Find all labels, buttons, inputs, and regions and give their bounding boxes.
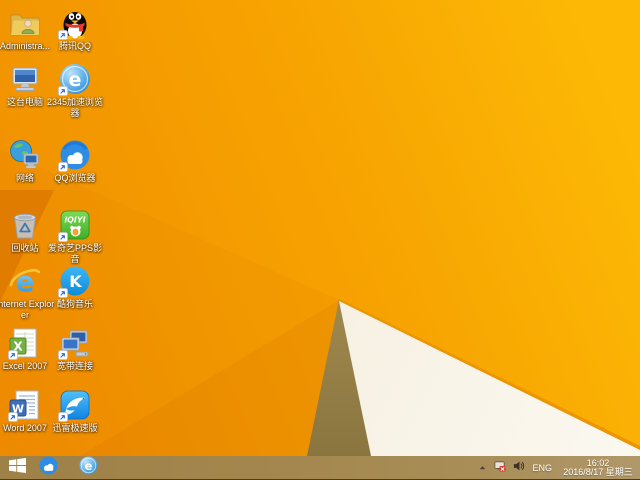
desktop-icon-label: 2345加速浏览器	[46, 97, 104, 118]
desktop-icon-xunlei[interactable]: 迅雷极速版	[43, 388, 107, 434]
desktop-icon-label: QQ浏览器	[54, 173, 96, 183]
shortcut-arrow-icon	[58, 30, 68, 40]
broadband-connection-icon	[58, 326, 92, 360]
hidden-icons-chevron-icon[interactable]	[478, 459, 487, 477]
desktop-icon-label: 爱奇艺PPS影音	[47, 243, 102, 264]
desktop-icon-broadband[interactable]: 宽带连接	[43, 326, 107, 372]
qq-browser-cloud-icon	[38, 456, 58, 480]
system-tray: ENG 16:02 2016/8/17 星期三	[478, 456, 640, 480]
desktop-icon-label: 酷狗音乐	[56, 299, 93, 309]
2345-browser-icon: e	[58, 62, 92, 96]
word-icon: W	[8, 388, 42, 422]
taskbar-button-2345-browser[interactable]: e	[76, 456, 100, 480]
desktop-icon-iqiyi-pps[interactable]: iQIYI 爱奇艺PPS影音	[43, 208, 107, 265]
qq-penguin-icon	[58, 6, 92, 40]
desktop-icon-label: 迅雷极速版	[52, 423, 98, 433]
taskbar: e ENG 16:02 2016/8/17 星期三	[0, 456, 640, 480]
shortcut-arrow-icon	[58, 288, 68, 298]
desktop-icon-label: 网络	[15, 173, 34, 183]
windows-logo-icon	[8, 458, 26, 478]
shortcut-arrow-icon	[58, 350, 68, 360]
desktop-icon-2345-browser[interactable]: e 2345加速浏览器	[43, 62, 107, 119]
desktop-icon-label: Excel 2007	[2, 361, 48, 371]
desktop-icon-tencent-qq[interactable]: 腾讯QQ	[43, 6, 107, 52]
shortcut-arrow-icon	[58, 86, 68, 96]
shortcut-arrow-icon	[8, 350, 18, 360]
svg-text:e: e	[84, 459, 92, 473]
excel-icon: X	[8, 326, 42, 360]
user-folder-icon	[8, 6, 42, 40]
clock[interactable]: 16:02 2016/8/17 星期三	[559, 458, 637, 478]
network-status-icon[interactable]	[494, 459, 507, 477]
language-indicator[interactable]: ENG	[532, 463, 552, 473]
shortcut-arrow-icon	[8, 412, 18, 422]
2345-browser-icon: e	[78, 456, 98, 480]
desktop-icon-label: 这台电脑	[6, 97, 43, 107]
desktop-icon-label: 回收站	[11, 243, 39, 253]
taskbar-button-qq-browser[interactable]	[36, 456, 60, 480]
svg-text:K: K	[69, 272, 82, 291]
qq-browser-cloud-icon	[58, 138, 92, 172]
clock-date: 2016/8/17 星期三	[563, 467, 633, 477]
internet-explorer-icon: e	[8, 264, 42, 298]
svg-text:iQIYI: iQIYI	[64, 216, 85, 225]
recycle-bin-icon	[8, 208, 42, 242]
kugou-icon: K	[58, 264, 92, 298]
desktop-icon-kugou-music[interactable]: K 酷狗音乐	[43, 264, 107, 310]
volume-icon[interactable]	[513, 459, 525, 477]
desktop-icon-qq-browser[interactable]: QQ浏览器	[43, 138, 107, 184]
shortcut-arrow-icon	[58, 412, 68, 422]
iqiyi-icon: iQIYI	[58, 208, 92, 242]
desktop-icon-label: 宽带连接	[56, 361, 93, 371]
shortcut-arrow-icon	[58, 232, 68, 242]
computer-icon	[8, 62, 42, 96]
shortcut-arrow-icon	[58, 162, 68, 172]
network-globe-icon	[8, 138, 42, 172]
xunlei-bird-icon	[58, 388, 92, 422]
start-button[interactable]	[0, 456, 34, 480]
desktop-icon-label: 腾讯QQ	[58, 41, 91, 51]
windows-desktop-screen: Administra... 这台电脑 网络 回收站 e Internet Exp…	[0, 0, 640, 480]
svg-text:e: e	[69, 69, 82, 91]
desktop-icon-label: Word 2007	[3, 423, 47, 433]
